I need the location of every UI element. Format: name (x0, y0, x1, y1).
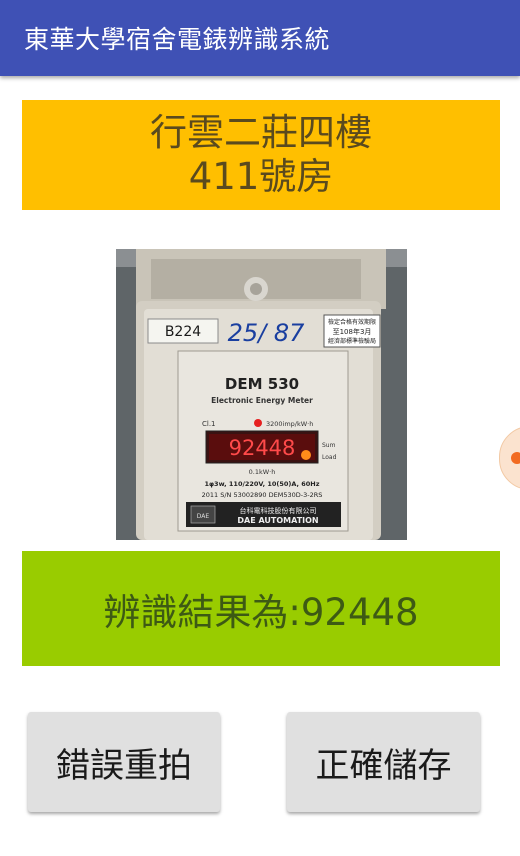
floating-side-tab[interactable] (499, 426, 520, 490)
maker-name-cn: 台科電科技股份有限公司 (240, 506, 317, 515)
room-number: 411號房 (188, 155, 334, 198)
meter-display-value: 92448 (229, 436, 296, 460)
side-tab-dot-icon (511, 452, 520, 464)
room-building: 行雲二莊四樓 (150, 111, 372, 154)
meter-model: DEM 530 (225, 375, 299, 393)
meter-class: Cl.1 (202, 420, 216, 428)
result-text: 辨識結果為:92448 (103, 590, 419, 634)
sticker-line-1: 檢定合格有效期限 (328, 318, 376, 326)
maker-name-en: DAE AUTOMATION (237, 516, 318, 525)
meter-illustration: B224 25/ 87 檢定合格有效期限 至108年3月 經濟部標準檢驗局 DE… (116, 249, 407, 540)
app-title: 東華大學宿舍電錶辨識系統 (24, 25, 331, 54)
meter-photo: B224 25/ 87 檢定合格有效期限 至108年3月 經濟部標準檢驗局 DE… (116, 249, 407, 540)
room-banner: 行雲二莊四樓 411號房 (22, 100, 500, 210)
save-button-label: 正確儲存 (315, 745, 452, 786)
app-bar: 東華大學宿舍電錶辨識系統 (0, 0, 520, 76)
meter-serial: 2011 S/N 53002890 DEM530D-3-2RS (202, 491, 323, 499)
handwritten-note: 25/ 87 (228, 319, 306, 347)
save-button[interactable]: 正確儲存 (287, 712, 480, 812)
maker-logo: DAE (197, 513, 210, 520)
meter-subtitle: Electronic Energy Meter (211, 396, 313, 405)
meter-side-label-2: Load (322, 454, 337, 461)
sticker-line-2: 至108年3月 (333, 327, 372, 336)
meter-pulse-rate: 3200imp/kW·h (266, 420, 313, 428)
retake-button[interactable]: 錯誤重拍 (28, 712, 220, 812)
sticker-line-3: 經濟部標準檢驗局 (328, 337, 376, 345)
result-banner: 辨識結果為:92448 (22, 551, 500, 666)
meter-side-label-1: Sum (322, 442, 336, 449)
meter-spec: 1φ3w, 110/220V, 10(50)A, 60Hz (204, 480, 319, 488)
meter-tag-label: B224 (165, 324, 201, 340)
retake-button-label: 錯誤重拍 (56, 745, 192, 786)
meter-resolution: 0.1kW·h (249, 468, 276, 476)
